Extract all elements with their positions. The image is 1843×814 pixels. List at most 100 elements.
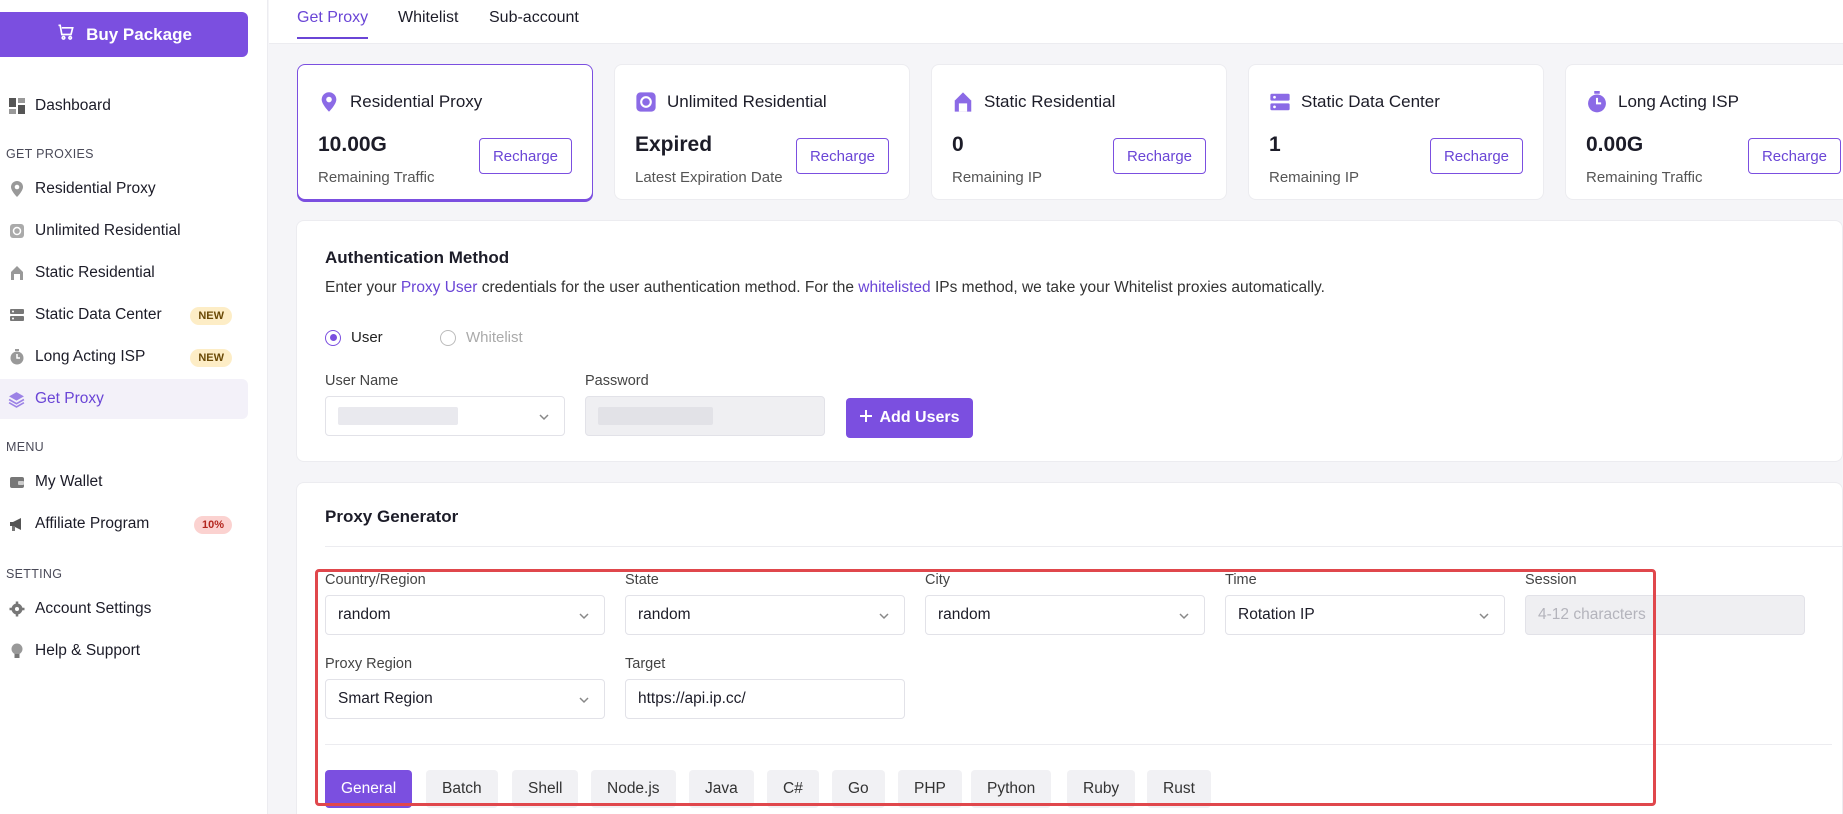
city-value: random — [938, 606, 991, 623]
redacted-value — [338, 407, 458, 425]
sidebar-item-unlimited-residential[interactable]: Unlimited Residential — [0, 211, 248, 251]
sidebar-item-static-data-center[interactable]: Static Data Center NEW — [0, 295, 248, 335]
password-field[interactable] — [585, 396, 825, 436]
sidebar-item-label: Dashboard — [35, 97, 111, 114]
code-tab-java[interactable]: Java — [689, 770, 754, 808]
sidebar-item-affiliate-program[interactable]: Affiliate Program 10% — [0, 504, 248, 544]
chevron-down-icon — [538, 410, 550, 422]
target-input[interactable]: https://api.ip.cc/ — [625, 679, 905, 719]
password-label: Password — [585, 373, 649, 389]
sidebar-item-label: Long Acting ISP — [35, 348, 146, 365]
new-badge: NEW — [190, 349, 232, 367]
sidebar-item-label: Affiliate Program — [35, 515, 150, 532]
sidebar-item-label: Static Data Center — [35, 306, 162, 323]
sidebar-item-help-support[interactable]: Help & Support — [0, 631, 248, 671]
code-tab-php[interactable]: PHP — [898, 770, 962, 808]
code-tab-batch[interactable]: Batch — [426, 770, 498, 808]
sidebar-item-long-acting-isp[interactable]: Long Acting ISP NEW — [0, 337, 248, 377]
card-subtitle: Remaining IP — [952, 169, 1043, 186]
code-tab-ruby[interactable]: Ruby — [1067, 770, 1136, 808]
unlimited-icon — [8, 223, 25, 240]
target-label: Target — [625, 656, 666, 672]
sidebar-item-label: Help & Support — [35, 642, 141, 659]
code-tab-csharp[interactable]: C# — [767, 770, 819, 808]
city-select[interactable]: random — [925, 595, 1205, 635]
chevron-down-icon — [1178, 609, 1190, 621]
sidebar-item-label: Residential Proxy — [35, 180, 156, 197]
recharge-button[interactable]: Recharge — [1430, 138, 1523, 174]
server-icon — [1269, 91, 1291, 113]
card-unlimited-residential[interactable]: Unlimited Residential Expired Latest Exp… — [614, 64, 910, 200]
session-input[interactable]: 4-12 characters — [1525, 595, 1805, 635]
recharge-button[interactable]: Recharge — [1113, 138, 1206, 174]
target-value: https://api.ip.cc/ — [638, 690, 746, 707]
timer-icon — [1586, 91, 1608, 113]
location-pin-icon — [318, 91, 340, 113]
card-static-residential[interactable]: Static Residential 0 Remaining IP Rechar… — [931, 64, 1227, 200]
sidebar-item-label: Account Settings — [35, 600, 152, 617]
code-tab-python[interactable]: Python — [971, 770, 1052, 808]
recharge-button[interactable]: Recharge — [796, 138, 889, 174]
location-pin-icon — [8, 181, 25, 198]
proxy-region-value: Smart Region — [338, 690, 433, 707]
building-icon — [8, 265, 25, 282]
sidebar-item-get-proxy[interactable]: Get Proxy — [0, 379, 248, 419]
card-residential-proxy[interactable]: Residential Proxy 10.00G Remaining Traff… — [297, 64, 593, 200]
layers-icon — [8, 391, 25, 408]
recharge-button[interactable]: Recharge — [479, 138, 572, 174]
add-users-button[interactable]: Add Users — [846, 398, 973, 438]
state-select[interactable]: random — [625, 595, 905, 635]
card-subtitle: Remaining Traffic — [318, 169, 435, 186]
sidebar-item-residential-proxy[interactable]: Residential Proxy — [0, 169, 248, 209]
tab-sub-account[interactable]: Sub-account — [489, 9, 579, 37]
sidebar-item-label: Unlimited Residential — [35, 222, 181, 239]
time-value: Rotation IP — [1238, 606, 1315, 623]
sidebar-item-static-residential[interactable]: Static Residential — [0, 253, 248, 293]
radio-whitelist[interactable]: Whitelist — [440, 329, 523, 346]
desc-text: credentials for the user authentication … — [477, 279, 859, 296]
state-value: random — [638, 606, 691, 623]
redacted-value — [598, 407, 713, 425]
buy-package-button[interactable]: Buy Package — [0, 12, 248, 57]
proxy-region-select[interactable]: Smart Region — [325, 679, 605, 719]
sidebar-item-account-settings[interactable]: Account Settings — [0, 589, 248, 629]
gear-icon — [8, 601, 25, 618]
lightbulb-icon — [8, 643, 25, 660]
card-value: 0 — [952, 133, 964, 156]
code-tab-nodejs[interactable]: Node.js — [591, 770, 676, 808]
sidebar-item-my-wallet[interactable]: My Wallet — [0, 462, 248, 502]
code-tab-general[interactable]: General — [325, 770, 413, 808]
session-label: Session — [1525, 572, 1577, 588]
tab-get-proxy[interactable]: Get Proxy — [297, 9, 369, 39]
country-label: Country/Region — [325, 572, 426, 588]
section-get-proxies: GET PROXIES — [6, 147, 94, 161]
chevron-down-icon — [578, 693, 590, 705]
code-tab-go[interactable]: Go — [832, 770, 885, 808]
code-tab-rust[interactable]: Rust — [1147, 770, 1211, 808]
proxy-user-link[interactable]: Proxy User — [401, 279, 478, 296]
sidebar-item-label: Get Proxy — [35, 390, 104, 407]
sidebar: Buy Package Dashboard GET PROXIES Reside… — [0, 0, 268, 814]
card-long-acting-isp[interactable]: Long Acting ISP 0.00G Remaining Traffic … — [1565, 64, 1843, 200]
divider — [325, 744, 1832, 745]
new-badge: NEW — [190, 307, 232, 325]
tab-whitelist[interactable]: Whitelist — [398, 9, 458, 37]
card-value: 1 — [1269, 133, 1281, 156]
timer-icon — [8, 349, 25, 366]
session-placeholder: 4-12 characters — [1538, 606, 1646, 623]
whitelisted-link[interactable]: whitelisted — [858, 279, 930, 296]
country-select[interactable]: random — [325, 595, 605, 635]
radio-dot — [440, 329, 456, 346]
megaphone-icon — [8, 516, 25, 533]
radio-user[interactable]: User — [325, 329, 383, 346]
cart-icon — [56, 22, 76, 47]
time-select[interactable]: Rotation IP — [1225, 595, 1505, 635]
recharge-button[interactable]: Recharge — [1748, 138, 1841, 174]
section-setting: SETTING — [6, 567, 63, 581]
card-static-data-center[interactable]: Static Data Center 1 Remaining IP Rechar… — [1248, 64, 1544, 200]
username-select[interactable] — [325, 396, 565, 436]
sidebar-item-dashboard[interactable]: Dashboard — [0, 86, 248, 126]
code-tab-shell[interactable]: Shell — [512, 770, 579, 808]
card-value: 0.00G — [1586, 133, 1644, 156]
unlimited-icon — [635, 91, 657, 113]
